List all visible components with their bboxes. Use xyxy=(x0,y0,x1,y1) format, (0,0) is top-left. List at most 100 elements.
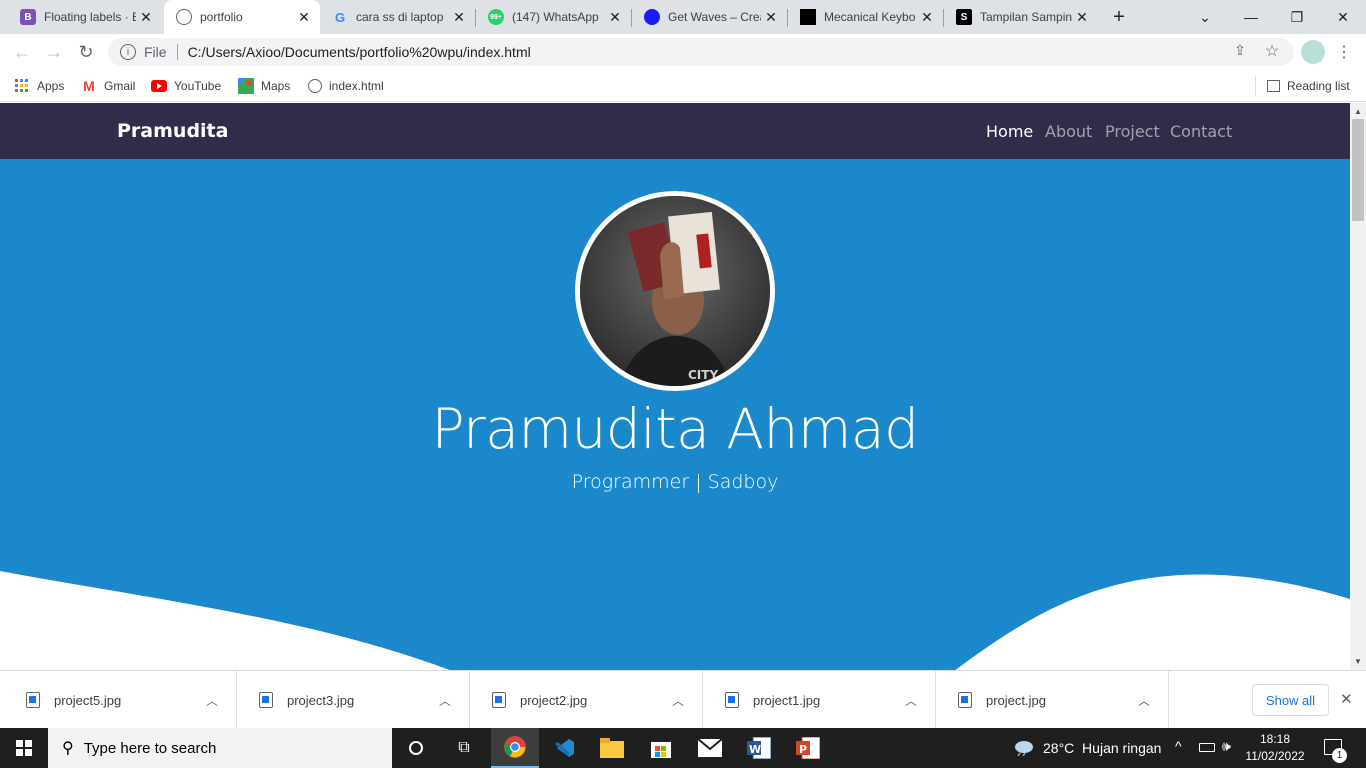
tab-mechanical-keyboard[interactable]: Mecanical Keybo ✕ xyxy=(788,0,943,34)
close-window-icon[interactable]: ✕ xyxy=(1320,0,1366,34)
weather-text[interactable]: 28°C Hujan ringan xyxy=(1043,740,1161,756)
tab-get-waves[interactable]: Get Waves – Crea ✕ xyxy=(632,0,787,34)
info-icon[interactable]: i xyxy=(120,44,136,60)
store-icon[interactable] xyxy=(637,728,685,768)
download-item[interactable]: project3.jpg ︿ xyxy=(237,671,470,729)
close-downloads-icon[interactable]: ✕ xyxy=(1340,690,1353,708)
share-icon[interactable]: ⇪ xyxy=(1230,42,1250,62)
clock-date[interactable]: 11/02/2022 xyxy=(1240,749,1310,763)
tab-whatsapp[interactable]: 99+ (147) WhatsApp ✕ xyxy=(476,0,631,34)
nav-project[interactable]: Project xyxy=(1105,122,1160,141)
chevron-up-icon[interactable]: ︿ xyxy=(899,692,923,709)
profile-photo: CITY xyxy=(575,191,775,391)
bookmark-maps[interactable]: Maps xyxy=(238,76,290,96)
bookmark-youtube[interactable]: YouTube xyxy=(151,76,221,96)
bookmark-index[interactable]: index.html xyxy=(308,76,384,96)
image-file-icon xyxy=(26,692,40,708)
taskbar-search[interactable]: ⚲ Type here to search xyxy=(48,728,392,768)
bookmark-label: YouTube xyxy=(174,79,222,93)
reading-list-label: Reading list xyxy=(1287,79,1350,93)
tab-portfolio[interactable]: portfolio ✕ xyxy=(164,0,320,34)
download-filename: project.jpg xyxy=(986,692,1046,708)
bookmark-star-icon[interactable]: ☆ xyxy=(1262,41,1282,61)
close-icon[interactable]: ✕ xyxy=(449,9,469,26)
chevron-up-icon[interactable]: ︿ xyxy=(433,692,457,709)
url-text[interactable]: C:/Users/Axioo/Documents/portfolio%20wpu… xyxy=(188,44,531,60)
windows-start-icon[interactable] xyxy=(0,728,48,768)
weather-cloud-icon xyxy=(1012,738,1034,757)
svg-text:CITY: CITY xyxy=(688,368,718,382)
close-icon[interactable]: ✕ xyxy=(917,9,937,26)
restore-icon[interactable]: ❐ xyxy=(1274,0,1320,34)
show-all-button[interactable]: Show all xyxy=(1252,684,1329,716)
forward-icon[interactable]: → xyxy=(40,38,68,66)
keyboard-icon xyxy=(800,9,816,25)
scroll-up-icon[interactable]: ▲ xyxy=(1354,107,1362,116)
tab-google-search[interactable]: G cara ss di laptop ✕ xyxy=(320,0,475,34)
tab-title: Floating labels · B xyxy=(44,10,136,24)
globe-icon xyxy=(176,9,192,25)
mail-icon[interactable] xyxy=(686,728,734,768)
close-icon[interactable]: ✕ xyxy=(1072,9,1092,26)
download-item[interactable]: project.jpg ︿ xyxy=(936,671,1169,729)
bookmark-gmail[interactable]: M Gmail xyxy=(81,76,135,96)
close-icon[interactable]: ✕ xyxy=(761,9,781,26)
search-placeholder: Type here to search xyxy=(83,739,217,757)
maps-icon xyxy=(238,78,254,94)
globe-icon xyxy=(308,79,322,93)
nav-home[interactable]: Home xyxy=(986,122,1033,141)
nav-about[interactable]: About xyxy=(1045,122,1092,141)
back-icon[interactable]: ← xyxy=(8,38,36,66)
site-brand[interactable]: Pramudita xyxy=(117,120,228,142)
reading-list-icon xyxy=(1267,80,1280,92)
close-icon[interactable]: ✕ xyxy=(605,9,625,26)
minimize-icon[interactable]: — xyxy=(1228,0,1274,34)
reload-icon[interactable]: ↻ xyxy=(72,38,100,66)
hero-section: CITY Pramudita Ahmad Programmer | Sadboy xyxy=(0,159,1350,670)
chevron-up-icon[interactable]: ︿ xyxy=(666,692,690,709)
reading-list-button[interactable]: Reading list xyxy=(1267,76,1350,96)
close-icon[interactable]: ✕ xyxy=(294,9,314,26)
download-filename: project3.jpg xyxy=(287,692,355,708)
download-item[interactable]: project5.jpg ︿ xyxy=(4,671,237,729)
image-file-icon xyxy=(725,692,739,708)
download-item[interactable]: project2.jpg ︿ xyxy=(470,671,703,729)
chevron-up-icon[interactable]: ^ xyxy=(1175,738,1182,754)
chevron-up-icon[interactable]: ︿ xyxy=(200,692,224,709)
cortana-icon[interactable] xyxy=(392,728,440,768)
site-navbar: Pramudita Home About Project Contact xyxy=(0,103,1350,159)
word-icon[interactable]: W xyxy=(735,728,783,768)
download-filename: project1.jpg xyxy=(753,692,821,708)
file-explorer-icon[interactable] xyxy=(588,728,636,768)
close-icon[interactable]: ✕ xyxy=(136,9,156,26)
vscode-icon[interactable] xyxy=(540,728,588,768)
chevron-up-icon[interactable]: ︿ xyxy=(1132,692,1156,709)
tab-tampilan[interactable]: S Tampilan Sampin ✕ xyxy=(944,0,1098,34)
tab-search-icon[interactable]: ⌄ xyxy=(1182,0,1228,34)
new-tab-icon[interactable]: + xyxy=(1108,6,1130,28)
download-item[interactable]: project1.jpg ︿ xyxy=(703,671,936,729)
speaker-icon[interactable]: 🕪 xyxy=(1222,738,1231,755)
browser-toolbar: ← → ↻ i File C:/Users/Axioo/Documents/po… xyxy=(0,34,1366,70)
chrome-icon[interactable] xyxy=(491,728,539,768)
page-viewport: Pramudita Home About Project Contact CIT… xyxy=(0,103,1350,670)
profile-avatar[interactable] xyxy=(1301,40,1325,64)
image-file-icon xyxy=(492,692,506,708)
s-icon: S xyxy=(956,9,972,25)
address-bar[interactable]: i File C:/Users/Axioo/Documents/portfoli… xyxy=(108,38,1294,66)
youtube-icon xyxy=(151,78,167,94)
bookmark-label: Gmail xyxy=(104,79,136,93)
page-scrollbar[interactable]: ▲ ▼ xyxy=(1350,103,1366,670)
nav-contact[interactable]: Contact xyxy=(1170,122,1232,141)
clock-time[interactable]: 18:18 xyxy=(1240,732,1310,746)
powerpoint-icon[interactable]: P xyxy=(784,728,832,768)
menu-kebab-icon[interactable]: ⋮ xyxy=(1336,42,1352,62)
scroll-down-icon[interactable]: ▼ xyxy=(1354,657,1362,666)
task-view-icon[interactable]: ⧉ xyxy=(440,728,488,768)
tab-floating-labels[interactable]: B Floating labels · B ✕ xyxy=(8,0,162,34)
bookmark-apps[interactable]: Apps xyxy=(14,76,64,96)
battery-icon[interactable] xyxy=(1199,743,1215,752)
bookmark-label: Apps xyxy=(37,79,65,93)
scroll-thumb[interactable] xyxy=(1352,119,1364,221)
notification-badge: 1 xyxy=(1332,748,1347,763)
